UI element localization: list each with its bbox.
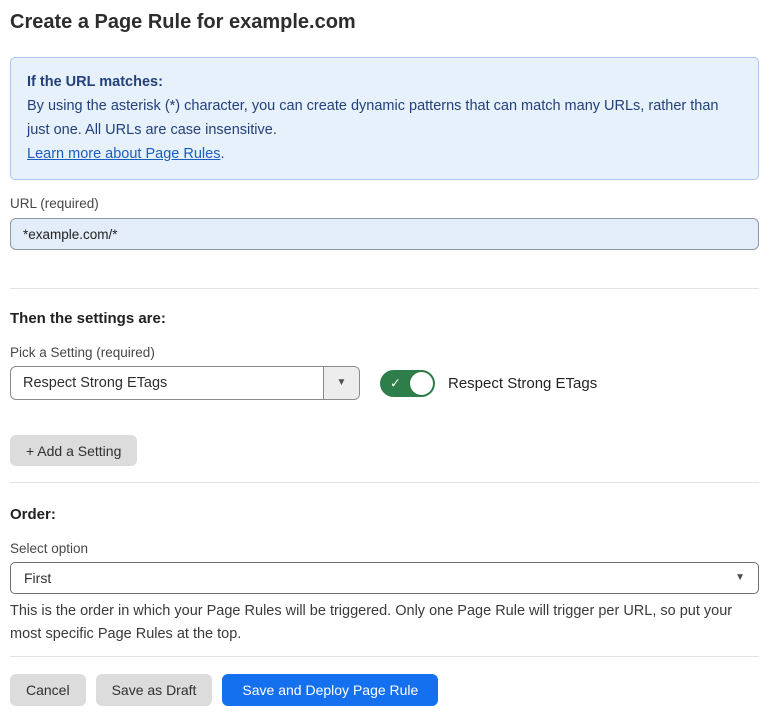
- footer-divider: [10, 656, 759, 657]
- page-title: Create a Page Rule for example.com: [10, 9, 759, 36]
- chevron-down-icon: ▼: [337, 378, 347, 388]
- order-select-label: Select option: [10, 540, 759, 558]
- url-label: URL (required): [10, 195, 759, 213]
- etags-toggle[interactable]: ✓: [380, 370, 435, 397]
- setting-select[interactable]: Respect Strong ETags ▼: [10, 366, 360, 400]
- cancel-button[interactable]: Cancel: [10, 674, 86, 706]
- toggle-knob: [410, 372, 433, 395]
- order-select[interactable]: First ▼: [10, 562, 759, 594]
- save-deploy-button[interactable]: Save and Deploy Page Rule: [222, 674, 438, 706]
- learn-more-link-suffix: .: [220, 146, 224, 162]
- setting-select-arrow-button[interactable]: ▼: [323, 367, 359, 399]
- learn-more-link[interactable]: Learn more about Page Rules: [27, 146, 220, 162]
- section-divider: [10, 482, 759, 483]
- setting-picker-label: Pick a Setting (required): [10, 344, 759, 362]
- order-section-heading: Order:: [10, 504, 759, 525]
- settings-section-heading: Then the settings are:: [10, 308, 759, 329]
- add-setting-button[interactable]: + Add a Setting: [10, 435, 137, 466]
- create-page-rule-form: Create a Page Rule for example.com If th…: [0, 9, 769, 706]
- info-box-heading: If the URL matches:: [27, 70, 742, 94]
- setting-row: Respect Strong ETags ▼ ✓ Respect Strong …: [10, 366, 759, 400]
- section-divider: [10, 288, 759, 289]
- info-box-link-line: Learn more about Page Rules.: [27, 142, 742, 166]
- info-box-body: By using the asterisk (*) character, you…: [27, 94, 742, 142]
- check-icon: ✓: [390, 377, 401, 390]
- order-help-text: This is the order in which your Page Rul…: [10, 600, 755, 646]
- url-match-info-box: If the URL matches: By using the asteris…: [10, 57, 759, 180]
- url-input[interactable]: [10, 218, 759, 250]
- toggle-label: Respect Strong ETags: [448, 375, 597, 392]
- chevron-down-icon: ▼: [735, 573, 745, 583]
- save-draft-button[interactable]: Save as Draft: [96, 674, 213, 706]
- footer-actions: Cancel Save as Draft Save and Deploy Pag…: [10, 674, 759, 706]
- setting-select-value: Respect Strong ETags: [11, 367, 323, 399]
- order-select-value: First: [24, 570, 51, 586]
